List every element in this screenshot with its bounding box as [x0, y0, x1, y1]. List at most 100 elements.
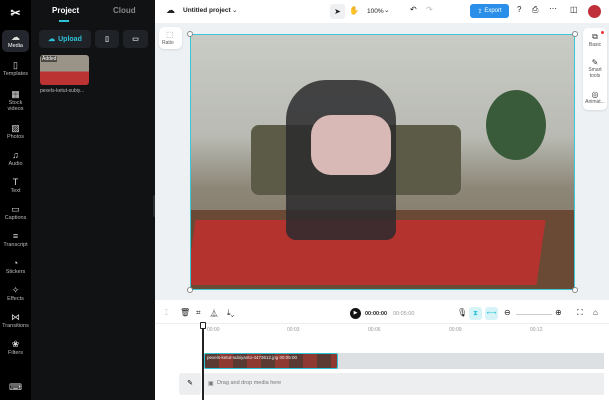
redo-icon[interactable]: ↷ — [426, 5, 433, 14]
playhead-handle[interactable] — [200, 322, 206, 329]
photo-icon: ▨ — [11, 123, 20, 133]
comment-icon[interactable]: ⌂ — [593, 308, 598, 317]
export-icon: ⇪ — [477, 8, 483, 15]
rail-captions[interactable]: ▭ Captions — [2, 204, 29, 221]
export-button[interactable]: ⇪ Export — [470, 4, 509, 18]
capcut-logo-icon[interactable]: ✂ — [8, 6, 23, 20]
tick-label: 00:00 — [207, 327, 220, 333]
media-thumbnail[interactable]: Added — [40, 55, 89, 85]
video-clip[interactable]: pexels-ketut-subiyanto-4473612.jpg 00:05… — [204, 353, 338, 369]
cloud-save-icon[interactable]: ☁ — [166, 5, 175, 16]
project-title[interactable]: Untitled project — [183, 7, 231, 14]
child — [311, 115, 391, 175]
magnet-toggle[interactable]: ⧗ — [469, 307, 482, 320]
rail-filters[interactable]: ❀ Filters — [2, 339, 29, 356]
current-time: 00:00:00 — [365, 311, 388, 317]
mirror-icon[interactable]: ⏅ — [210, 308, 218, 319]
hand-tool-icon[interactable]: ✋ — [349, 6, 359, 15]
upload-button[interactable]: ☁ Upload — [39, 30, 91, 48]
music-icon: ♫ — [12, 150, 19, 160]
help-icon[interactable]: ? — [517, 5, 521, 14]
cloud-media-icon: ☁ — [11, 32, 20, 42]
rail-audio[interactable]: ♫ Audio — [2, 150, 29, 167]
tab-project[interactable]: Project — [52, 6, 79, 15]
rail-transitions[interactable]: ⋈ Transitions — [2, 312, 29, 329]
notification-dot — [601, 31, 604, 34]
avatar[interactable] — [588, 5, 601, 18]
print-icon[interactable]: ⎙ — [532, 5, 538, 15]
captions-icon: ▭ — [11, 204, 20, 214]
split-icon[interactable]: ⌶ — [164, 308, 169, 318]
zoom-chevron-icon: ⌄ — [384, 7, 390, 14]
basic-tool[interactable]: ⧉ Basic — [583, 32, 607, 48]
rail-media[interactable]: ☁ Media — [2, 30, 29, 52]
duration: 00:05:00 — [393, 311, 415, 317]
zoom-out-icon[interactable]: ⊖ — [504, 308, 511, 317]
undo-icon[interactable]: ↶ — [410, 5, 417, 14]
phone-upload-button[interactable]: ▯ — [95, 30, 119, 48]
camera-icon: ▭ — [132, 36, 139, 43]
rail-text[interactable]: T Text — [2, 177, 29, 194]
tab-underline — [59, 20, 69, 22]
animation-icon: ◎ — [591, 90, 599, 99]
timeline: ⌶ 🗑 ⌗ ⏅ ⤓⌄ ▶ 00:00:00 00:05:00 🎙 ⧗ ⟷ ⊖ ⊕… — [155, 300, 609, 400]
phone-icon: ▯ — [105, 36, 109, 43]
smart-tools[interactable]: ✎ Smart tools — [583, 58, 607, 79]
zoom-select[interactable]: 100% — [367, 8, 384, 15]
cloud-upload-icon: ☁ — [48, 36, 56, 43]
rail-effects[interactable]: ✧ Effects — [2, 285, 29, 302]
top-bar: ☁ Untitled project ⌄ ➤ ✋ 100% ⌄ ↶ ↷ ⇪ Exp… — [155, 0, 609, 23]
resize-handle-tl[interactable] — [187, 31, 193, 37]
download-icon[interactable]: ⤓⌄ — [227, 308, 234, 318]
tab-cloud[interactable]: Cloud — [113, 6, 136, 15]
media-filename: pexels-ketut-subiy... — [40, 88, 85, 94]
edit-track-button[interactable]: ✎ — [179, 373, 201, 395]
magic-wand-icon: ✎ — [591, 58, 599, 67]
delete-icon[interactable]: 🗑 — [180, 308, 190, 317]
plant — [486, 90, 546, 160]
chevron-down-icon[interactable]: ⌄ — [232, 6, 237, 14]
media-icon: ▣ — [208, 381, 214, 387]
video-preview[interactable] — [190, 34, 575, 290]
resize-handle-br[interactable] — [572, 287, 578, 293]
select-tool-icon[interactable]: ➤ — [330, 4, 345, 19]
templates-icon: ▯ — [13, 60, 18, 70]
record-button[interactable]: ▭ — [123, 30, 148, 48]
rail-photos[interactable]: ▨ Photos — [2, 123, 29, 140]
animation-tool[interactable]: ◎ Animat... — [583, 90, 607, 105]
crop-icon[interactable]: ⌗ — [196, 308, 201, 318]
rail-templates[interactable]: ▯ Templates — [2, 60, 29, 77]
ratio-button[interactable]: ⬚ Ratio — [159, 27, 182, 49]
left-rail: ✂ ☁ Media ▯ Templates ▦ Stock videos ▨ Photo… — [0, 0, 31, 400]
ratio-icon: ⬚ — [166, 30, 174, 39]
microphone-icon[interactable]: 🎙 — [457, 308, 467, 317]
play-button[interactable]: ▶ — [350, 308, 361, 319]
link-toggle[interactable]: ⟷ — [485, 307, 498, 320]
resize-handle-tr[interactable] — [572, 31, 578, 37]
sticker-icon: ◔ — [12, 258, 19, 268]
drop-zone[interactable]: ▣ Drag and drop media here — [204, 373, 604, 395]
side-tools-panel: ⧉ Basic ✎ Smart tools ◎ Animat... — [583, 28, 607, 110]
more-icon[interactable]: ⋯ — [549, 4, 557, 13]
sparkle-icon: ✧ — [11, 285, 20, 295]
transition-icon: ⋈ — [11, 312, 20, 322]
filters-icon: ❀ — [11, 339, 20, 349]
fit-icon[interactable]: ⛶ — [577, 308, 583, 318]
rail-stickers[interactable]: ◔ Stickers — [2, 258, 29, 275]
transcript-icon: ≡ — [12, 231, 19, 241]
resize-handle-bl[interactable] — [187, 287, 193, 293]
keyboard-icon: ⌨ — [9, 382, 22, 392]
tick-label: 00:03 — [287, 327, 300, 333]
keyboard-shortcuts-button[interactable]: ⌨ — [2, 382, 29, 393]
rail-stock-videos[interactable]: ▦ Stock videos — [2, 89, 29, 112]
rail-transcript[interactable]: ≡ Transcript — [2, 231, 29, 248]
zoom-in-icon[interactable]: ⊕ — [555, 308, 562, 317]
text-icon: T — [12, 177, 19, 187]
layout-icon[interactable]: ◫ — [570, 5, 578, 14]
timeline-toolbar: ⌶ 🗑 ⌗ ⏅ ⤓⌄ ▶ 00:00:00 00:05:00 🎙 ⧗ ⟷ ⊖ ⊕… — [155, 304, 609, 324]
tick-label: 00:09 — [449, 327, 462, 333]
zoom-slider[interactable] — [516, 314, 552, 315]
playhead[interactable] — [202, 323, 204, 400]
added-badge: Added — [41, 56, 58, 62]
tick-label: 00:06 — [368, 327, 381, 333]
